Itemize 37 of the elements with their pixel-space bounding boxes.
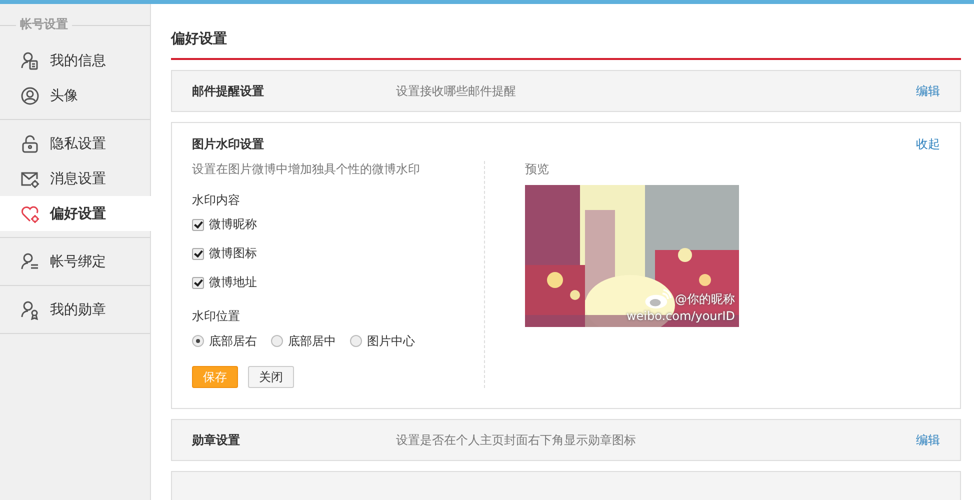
eye-logo-icon <box>644 289 672 309</box>
checkbox-option[interactable]: 微博地址 <box>192 268 257 297</box>
person-card-icon <box>20 50 40 70</box>
avatar-icon <box>20 86 40 106</box>
sidebar-item[interactable]: 偏好设置 <box>0 196 151 231</box>
close-button[interactable]: 关闭 <box>248 366 294 388</box>
card-description: 设置接收哪些邮件提醒 <box>396 82 517 100</box>
radio-option[interactable]: 底部居右 <box>192 332 257 350</box>
radio-option[interactable]: 底部居中 <box>271 332 336 350</box>
sidebar-item[interactable]: 消息设置 <box>0 161 150 196</box>
person-badge-icon <box>20 300 40 320</box>
checkbox-option[interactable]: 微博图标 <box>192 239 257 268</box>
radio-option[interactable]: 图片中心 <box>350 332 415 350</box>
watermark-address: weibo.com/yourID <box>626 309 735 323</box>
heart-gear-icon <box>20 204 40 224</box>
card-description: 设置在图片微博中增加独具个性的微博水印 <box>192 161 420 178</box>
watermark-nickname: @你的昵称 <box>675 290 735 308</box>
field-label: 水印内容 <box>192 192 240 209</box>
checkbox-option[interactable]: 微博昵称 <box>192 210 257 239</box>
sidebar-item[interactable]: 帐号绑定 <box>0 244 150 279</box>
edit-link[interactable]: 编辑 <box>916 82 940 100</box>
sidebar-item[interactable]: 我的信息 <box>0 43 150 78</box>
card-title: 勋章设置 <box>192 432 241 448</box>
person-lines-icon <box>20 252 40 272</box>
lock-icon <box>20 134 40 154</box>
page-title: 偏好设置 <box>171 4 961 60</box>
section-heading: 帐号设置 <box>16 16 72 33</box>
sidebar-item[interactable]: 头像 <box>0 78 150 113</box>
card-description: 设置是否在个人主页封面右下角显示勋章图标 <box>396 432 637 448</box>
sidebar-item[interactable]: 隐私设置 <box>0 126 150 161</box>
field-label: 水印位置 <box>192 308 240 325</box>
sidebar-item[interactable]: 我的勋章 <box>0 292 150 327</box>
preview-label: 预览 <box>525 161 550 178</box>
card-title: 图片水印设置 <box>192 136 265 152</box>
collapse-link[interactable]: 收起 <box>916 136 940 152</box>
edit-link[interactable]: 编辑 <box>916 432 940 448</box>
card-title: 邮件提醒设置 <box>192 82 265 100</box>
